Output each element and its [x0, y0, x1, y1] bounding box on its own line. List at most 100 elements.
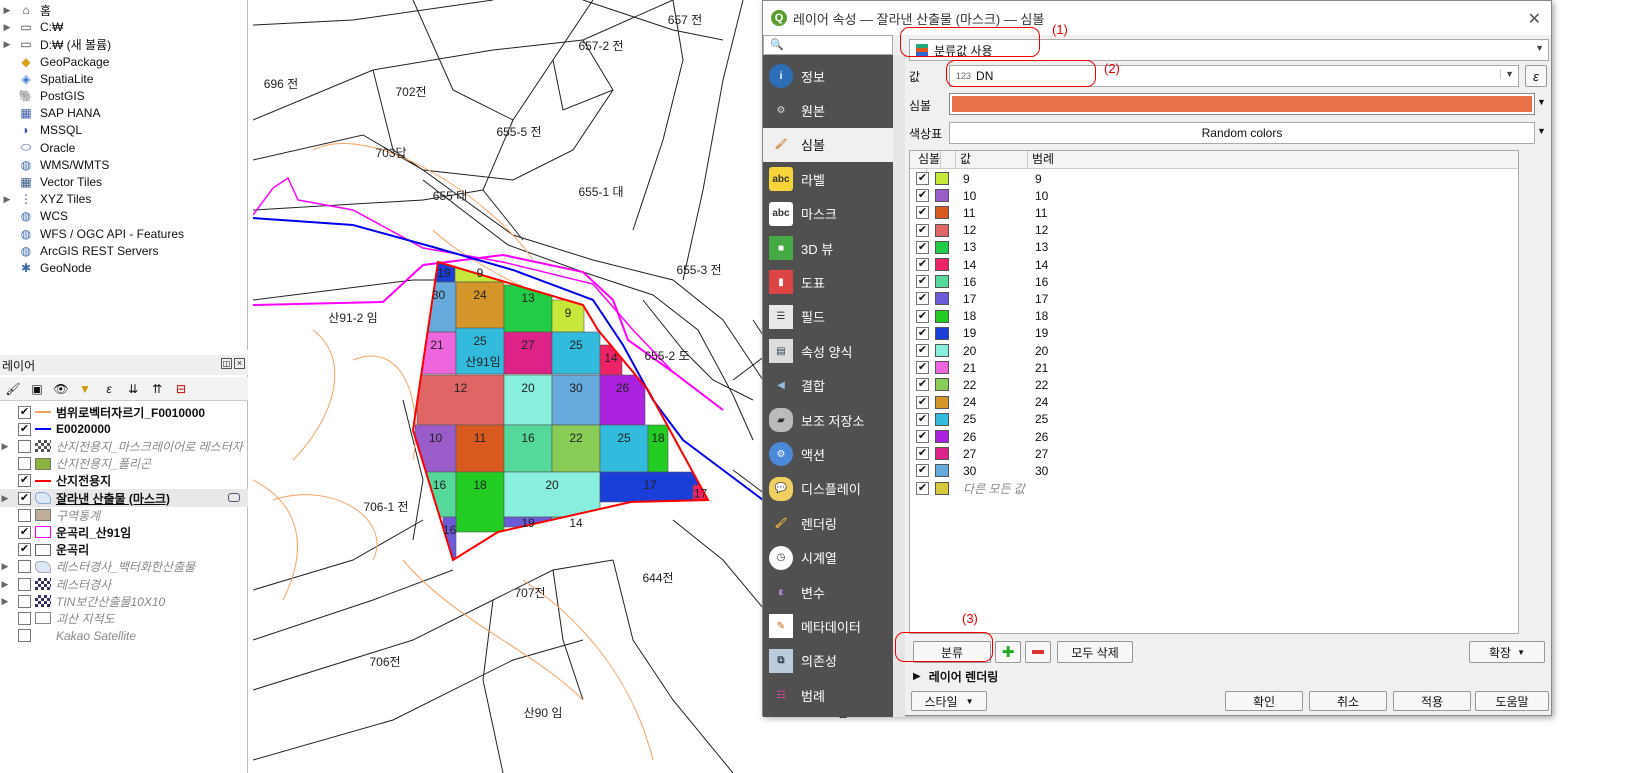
class-symbol-swatch[interactable] — [935, 240, 949, 254]
layer-item[interactable]: Kakao Satellite — [0, 627, 248, 645]
class-legend[interactable]: 19 — [1035, 326, 1048, 340]
class-checkbox[interactable]: ✔ — [916, 447, 929, 461]
filter-expression-icon[interactable]: ε — [100, 380, 118, 398]
sidebar-item-diagrams[interactable]: ▮ 도표 — [763, 265, 893, 299]
browser-item[interactable]: ▦ Vector Tiles — [0, 173, 248, 191]
class-legend[interactable]: 20 — [1035, 344, 1048, 358]
sidebar-item-fields[interactable]: ☰ 필드 — [763, 300, 893, 334]
class-checkbox[interactable]: ✔ — [916, 326, 929, 340]
color-ramp-dropdown-icon[interactable]: ▼ — [1537, 126, 1546, 136]
class-legend[interactable]: 22 — [1035, 378, 1048, 392]
browser-item[interactable]: ◍ WFS / OGC API - Features — [0, 225, 248, 243]
class-legend[interactable]: 11 — [1035, 206, 1047, 220]
expand-arrow-icon[interactable]: ▶ — [0, 22, 14, 33]
class-legend[interactable]: 24 — [1035, 395, 1048, 409]
table-row[interactable]: ✔ 16 16 — [910, 273, 1518, 290]
class-value[interactable]: 14 — [963, 258, 1035, 272]
browser-item[interactable]: ▶ ▭ D:₩ (새 볼륨) — [0, 35, 248, 53]
expand-arrow-icon[interactable]: ▶ — [0, 39, 14, 50]
sidebar-item-info[interactable]: i 정보 — [763, 59, 893, 93]
table-row[interactable]: ✔ 10 10 — [910, 187, 1518, 204]
style-button[interactable]: 스타일 ▼ — [911, 691, 987, 711]
sidebar-search-input[interactable]: 🔍 — [763, 35, 893, 55]
class-value[interactable]: 17 — [963, 292, 1035, 306]
class-value[interactable]: 9 — [963, 172, 1035, 186]
class-symbol-swatch[interactable] — [935, 206, 949, 220]
layer-visibility-checkbox[interactable] — [18, 611, 31, 625]
sidebar-item-labels[interactable]: abc 라벨 — [763, 162, 893, 196]
expand-arrow-icon[interactable]: ▶ — [0, 441, 10, 452]
sidebar-scrollbar[interactable] — [893, 55, 905, 717]
layer-item[interactable]: ▶ 레스터경사 — [0, 575, 248, 593]
table-row[interactable]: ✔ 12 12 — [910, 222, 1518, 239]
class-legend[interactable]: 27 — [1035, 447, 1048, 461]
class-legend[interactable]: 26 — [1035, 430, 1048, 444]
class-legend[interactable]: 18 — [1035, 309, 1048, 323]
layer-indicator-icon[interactable] — [228, 493, 240, 502]
symbol-button[interactable] — [949, 93, 1535, 115]
ok-button[interactable]: 확인 — [1225, 691, 1303, 711]
layer-item[interactable]: ✔ 범위로벡터자르기_F0010000 — [0, 403, 248, 421]
layer-item[interactable]: ✔ 운곡리_산91임 — [0, 523, 248, 541]
class-symbol-swatch[interactable] — [935, 292, 949, 306]
sidebar-item-temporal[interactable]: ◷ 시계열 — [763, 541, 893, 575]
table-row[interactable]: ✔ 18 18 — [910, 308, 1518, 325]
sidebar-item-masks[interactable]: abc 마스크 — [763, 197, 893, 231]
layer-item[interactable]: ✔ 산지전용지 — [0, 472, 248, 490]
browser-item[interactable]: ▶ ⋮ XYZ Tiles — [0, 190, 248, 208]
close-icon[interactable]: ✕ — [1528, 9, 1541, 29]
class-legend[interactable]: 13 — [1035, 240, 1048, 254]
symbol-dropdown-icon[interactable]: ▼ — [1537, 97, 1546, 107]
class-value[interactable]: 12 — [963, 223, 1035, 237]
table-row[interactable]: ✔ 11 11 — [910, 204, 1518, 221]
layer-visibility-checkbox[interactable]: ✔ — [18, 543, 31, 557]
class-checkbox[interactable]: ✔ — [916, 172, 929, 186]
help-button[interactable]: 도움말 — [1475, 691, 1549, 711]
class-legend[interactable]: 14 — [1035, 258, 1048, 272]
sidebar-item-legend[interactable]: ☷ 범례 — [763, 678, 893, 712]
class-checkbox[interactable]: ✔ — [916, 464, 929, 478]
collapse-all-icon[interactable]: ⇈ — [148, 380, 166, 398]
table-row[interactable]: ✔ 27 27 — [910, 445, 1518, 462]
class-symbol-swatch[interactable] — [935, 344, 949, 358]
delete-all-button[interactable]: 모두 삭제 — [1057, 641, 1133, 663]
header-legend[interactable]: 범례 — [1028, 151, 1518, 168]
browser-item[interactable]: ◍ WCS — [0, 207, 248, 225]
sidebar-item-joins[interactable]: ◀ 결합 — [763, 369, 893, 403]
sidebar-item-dependencies[interactable]: ⧉ 의존성 — [763, 644, 893, 678]
class-legend[interactable]: 12 — [1035, 223, 1048, 237]
layer-item[interactable]: ▶ ✔ 잘라낸 산출물 (마스크) — [0, 489, 248, 507]
browser-item[interactable]: 🐘 PostGIS — [0, 87, 248, 105]
table-row[interactable]: ✔ 22 22 — [910, 376, 1518, 393]
sidebar-item-source[interactable]: ⚙ 원본 — [763, 93, 893, 127]
class-checkbox[interactable]: ✔ — [916, 430, 929, 444]
sidebar-item-auxiliary-storage[interactable]: ▰ 보조 저장소 — [763, 403, 893, 437]
class-symbol-swatch[interactable] — [935, 447, 949, 461]
class-legend[interactable]: 17 — [1035, 292, 1048, 306]
class-value[interactable]: 18 — [963, 309, 1035, 323]
layer-visibility-checkbox[interactable] — [18, 560, 31, 574]
class-value[interactable]: 20 — [963, 344, 1035, 358]
apply-button[interactable]: 적용 — [1393, 691, 1471, 711]
sidebar-item-attributes-form[interactable]: ▤ 속성 양식 — [763, 334, 893, 368]
table-row[interactable]: ✔ 14 14 — [910, 256, 1518, 273]
table-row[interactable]: ✔ 24 24 — [910, 394, 1518, 411]
class-value[interactable]: 25 — [963, 412, 1035, 426]
class-checkbox[interactable]: ✔ — [916, 189, 929, 203]
layer-item[interactable]: ✔ 운곡리 — [0, 541, 248, 559]
browser-item[interactable]: ◗ MSSQL — [0, 121, 248, 139]
class-value[interactable]: 11 — [963, 206, 1035, 220]
class-symbol-swatch[interactable] — [935, 309, 949, 323]
layer-visibility-checkbox[interactable]: ✔ — [18, 525, 31, 539]
table-row[interactable]: ✔ 25 25 — [910, 411, 1518, 428]
color-ramp-select[interactable]: Random colors — [949, 122, 1535, 144]
open-layer-styling-icon[interactable]: 🖌 — [4, 380, 22, 398]
table-row[interactable]: ✔ 다른 모든 값 — [910, 480, 1518, 497]
class-symbol-swatch[interactable] — [935, 412, 949, 426]
layer-rendering-section[interactable]: ▶ 레이어 렌더링 — [913, 668, 998, 685]
class-value[interactable]: 10 — [963, 189, 1035, 203]
class-symbol-swatch[interactable] — [935, 378, 949, 392]
class-checkbox[interactable]: ✔ — [916, 395, 929, 409]
class-checkbox[interactable]: ✔ — [916, 361, 929, 375]
class-symbol-swatch[interactable] — [935, 189, 949, 203]
